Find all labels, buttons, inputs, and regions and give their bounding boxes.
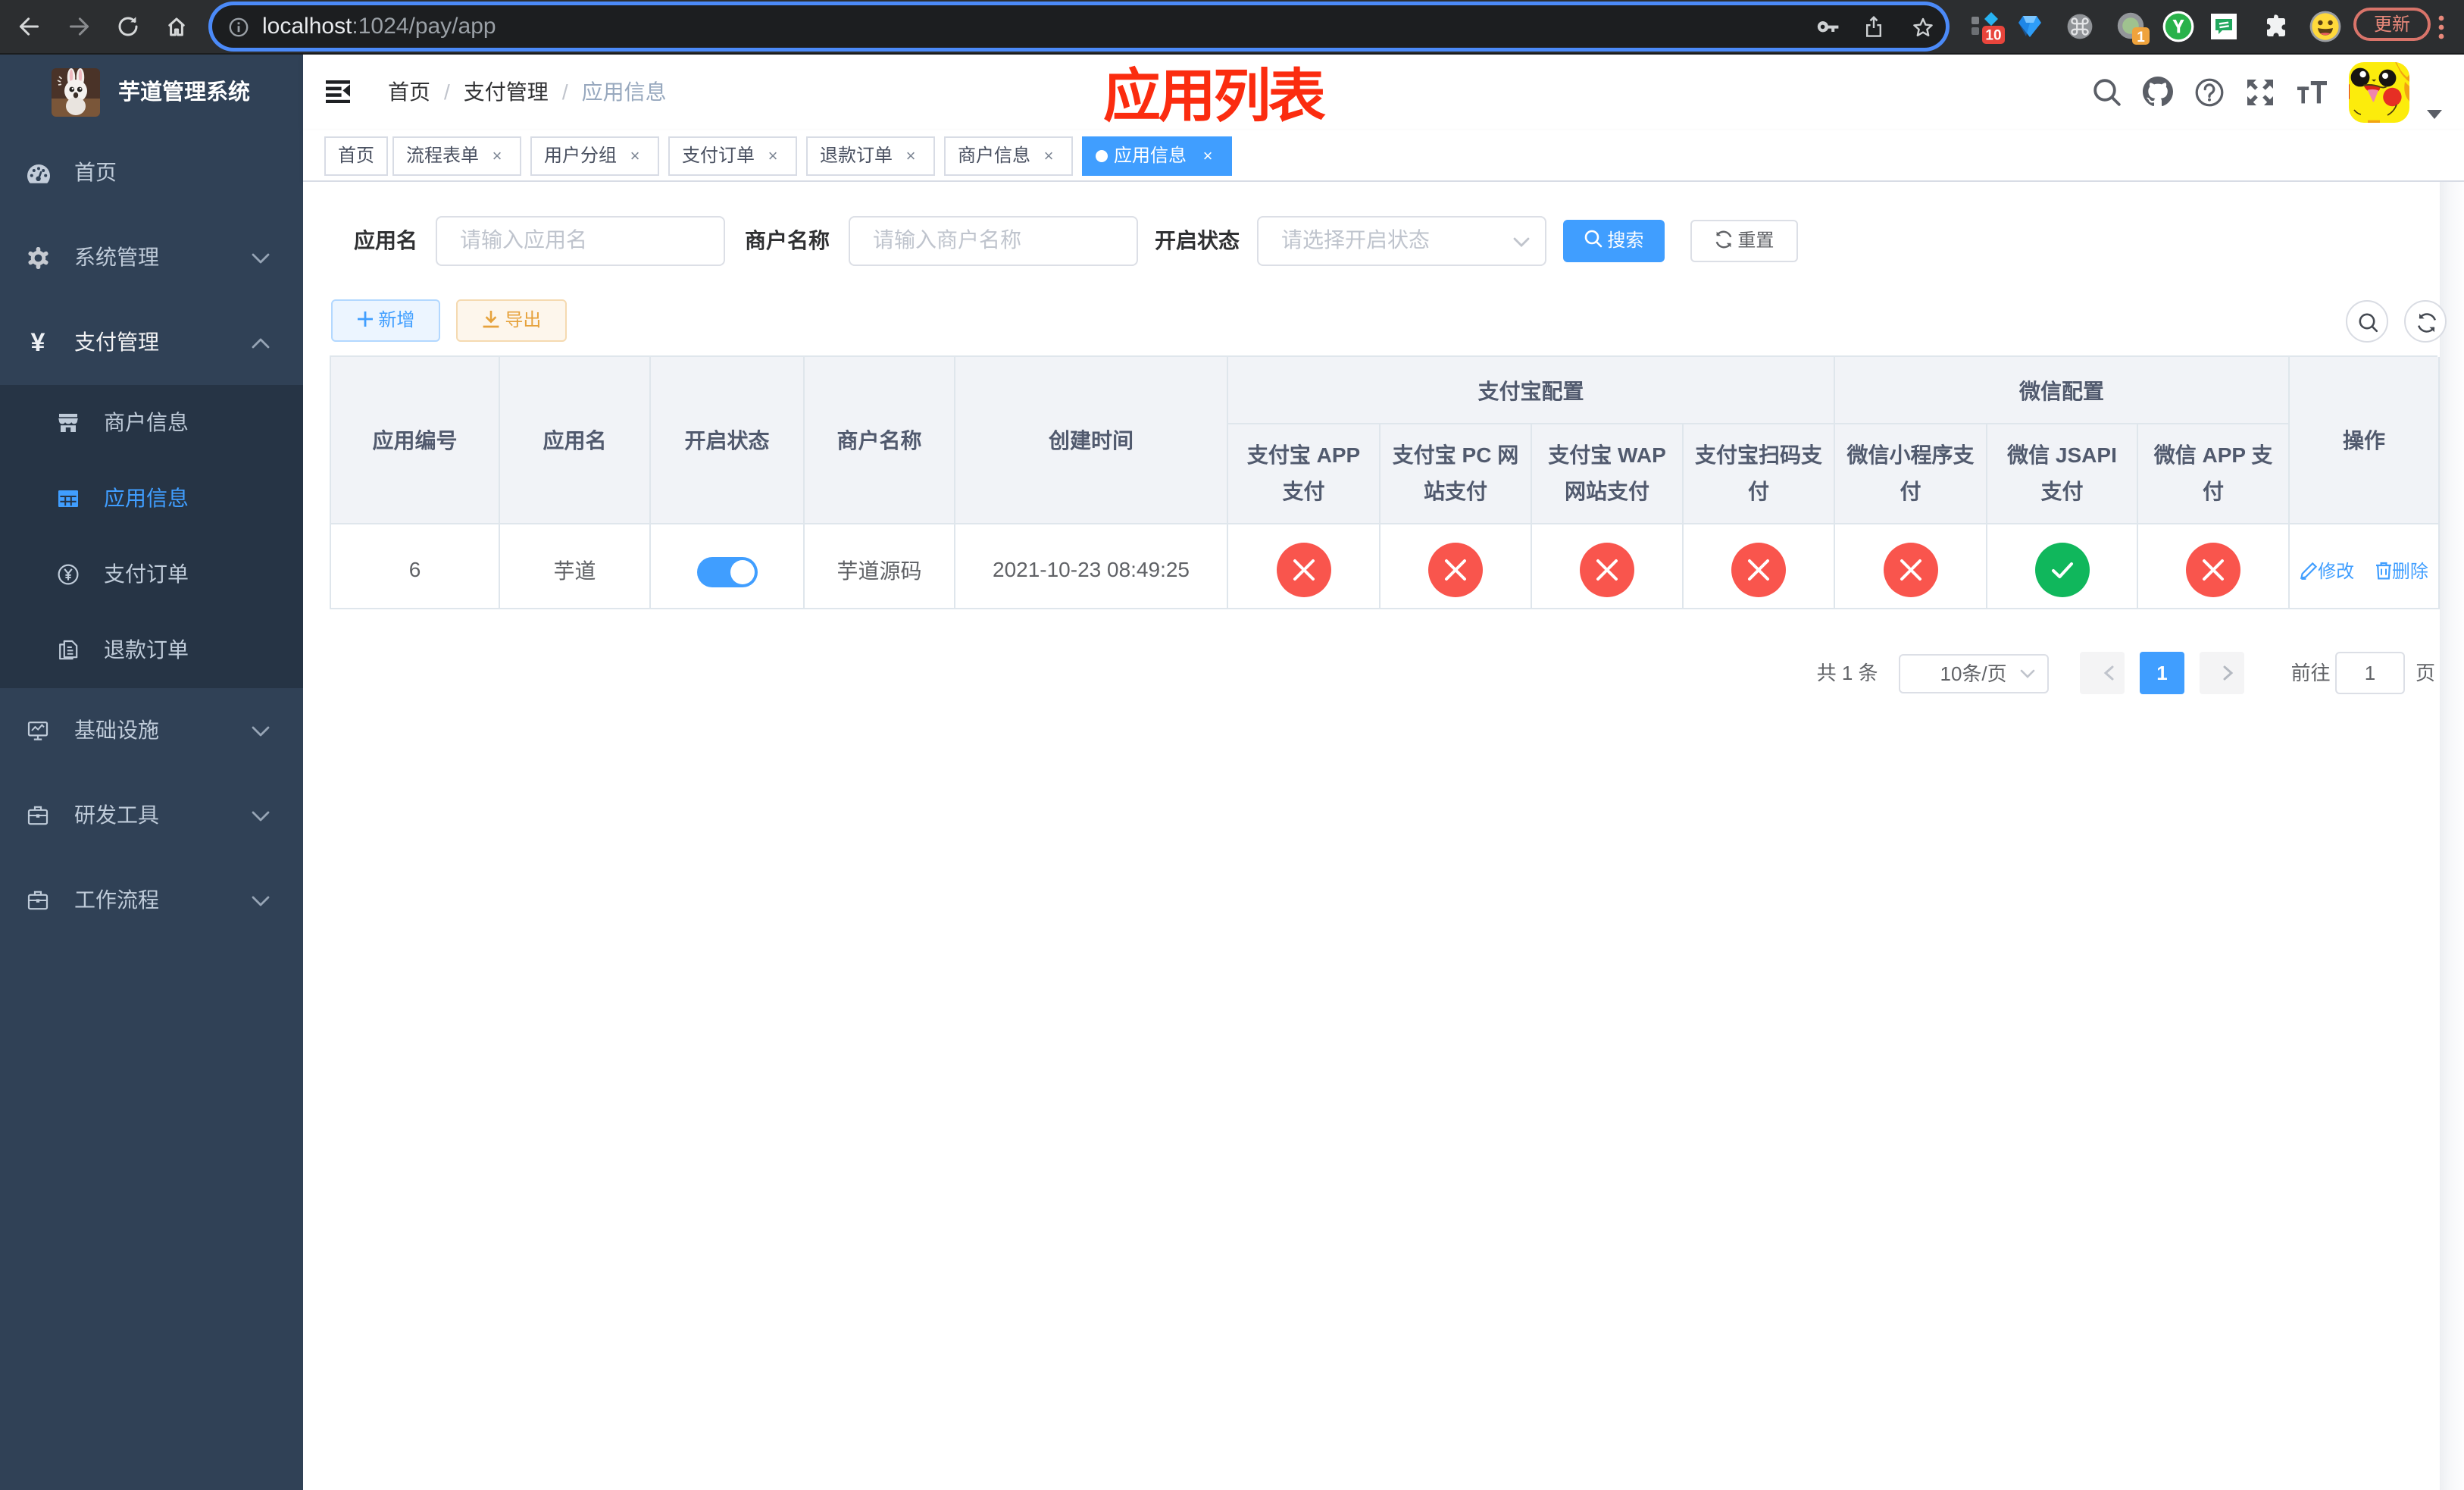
svg-text:10: 10 — [1985, 28, 2001, 44]
svg-text:1: 1 — [2137, 30, 2145, 45]
